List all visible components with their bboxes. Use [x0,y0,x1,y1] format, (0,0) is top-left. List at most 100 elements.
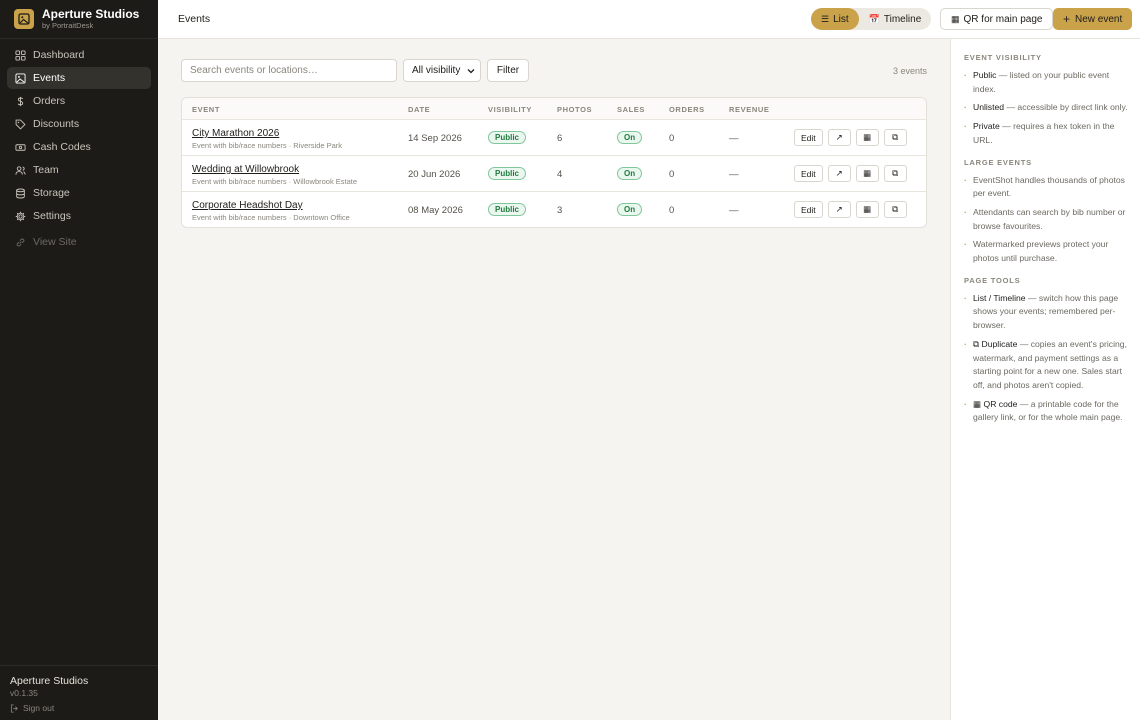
photos-count: 3 [557,205,563,216]
table-row: Corporate Headshot Day Event with bib/ra… [182,192,926,227]
visibility-badge: Public [488,203,527,216]
help-tip: List / Timeline — switch how this page s… [964,292,1134,333]
qr-main-page-label: QR for main page [963,13,1043,25]
column-header-visibility: VISIBILITY [488,105,532,114]
event-date: 08 May 2026 [408,205,463,216]
list-icon: ☰ [821,13,830,24]
row-actions: Edit ↗ ▦ ⧉ [794,165,912,182]
tip-key: Private [973,121,1000,132]
sidebar-item-label: View Site [33,236,77,248]
column-header-photos: PHOTOS [557,105,593,114]
sidebar-item-view-site[interactable]: View Site [7,231,151,253]
sidebar-item-orders[interactable]: Orders [7,90,151,112]
visibility-selected-value: All visibility [412,65,461,76]
visibility-badge: Public [488,131,527,144]
help-tip: Unlisted — accessible by direct link onl… [964,101,1134,115]
sidebar-footer: Aperture Studios v0.1.35 Sign out [0,665,158,720]
qr-code-button[interactable]: ▦ [855,201,879,218]
studio-name: Aperture Studios [10,675,89,687]
duplicate-button[interactable]: ⧉ [883,129,907,146]
table-row: Wedding at Willowbrook Event with bib/ra… [182,156,926,192]
help-tip: Private — requires a hex token in the UR… [964,120,1134,147]
sidebar-item-label: Storage [33,187,70,199]
sidebar-item-label: Cash Codes [33,141,91,153]
orders-count: 0 [669,133,675,144]
view-list-label: List [833,13,849,25]
link-icon [16,238,25,246]
sidebar-item-label: Discounts [33,118,80,130]
main-content: All visibility Filter 3 events EVENT DAT… [158,39,950,720]
sidebar-item-label: Events [33,72,66,84]
new-event-button[interactable]: + New event [1053,8,1133,30]
tip-key: ▦ QR code [973,398,1018,409]
event-name-link[interactable]: Corporate Headshot Day [192,200,303,211]
sidebar-item-label: Orders [33,95,66,107]
help-tip: Public — listed on your public event ind… [964,69,1134,96]
event-description: Event with bib/race numbers · Downtown O… [192,213,350,222]
sidebar-item-cash-codes[interactable]: Cash Codes [7,136,151,158]
visibility-select[interactable]: All visibility [403,59,481,82]
view-toggle: ☰ List 📅 Timeline [811,8,932,30]
photos-count: 4 [557,169,563,180]
sign-out-button[interactable]: Sign out [10,703,148,713]
chevron-down-icon [467,69,475,74]
open-external-button[interactable]: ↗ [827,129,851,146]
search-input[interactable] [181,59,397,82]
qr-main-page-button[interactable]: ▦ QR for main page [940,8,1054,30]
event-date: 14 Sep 2026 [408,133,462,144]
sidebar-item-dashboard[interactable]: Dashboard [7,44,151,66]
image-icon [14,9,34,29]
sidebar-item-team[interactable]: Team [7,159,151,181]
column-header-revenue: REVENUE [729,105,770,114]
edit-button[interactable]: Edit [794,165,823,182]
column-header-event: EVENT [192,105,221,114]
sidebar-item-label: Team [33,164,59,176]
duplicate-button[interactable]: ⧉ [883,165,907,182]
duplicate-button[interactable]: ⧉ [883,201,907,218]
revenue-value: — [729,205,739,216]
help-tip: Watermarked previews protect your photos… [964,238,1134,265]
plus-icon: + [1063,12,1071,26]
event-date: 20 Jun 2026 [408,169,461,180]
open-external-button[interactable]: ↗ [827,165,851,182]
users-icon [15,165,26,175]
edit-button[interactable]: Edit [794,129,823,146]
sidebar: Aperture Studios by PortraitDesk Dashboa… [0,0,158,720]
open-external-button[interactable]: ↗ [827,201,851,218]
event-name-link[interactable]: City Marathon 2026 [192,128,279,139]
event-description: Event with bib/race numbers · Willowbroo… [192,177,358,186]
sales-status-badge: On [617,131,643,144]
database-icon [16,188,25,198]
image-icon [15,72,26,84]
app-version: v0.1.35 [10,688,38,698]
visibility-badge: Public [488,167,527,180]
revenue-value: — [729,133,739,144]
view-timeline-button[interactable]: 📅 Timeline [859,8,932,30]
event-name-link[interactable]: Wedding at Willowbrook [192,164,299,175]
visibility-help-section: EVENT VISIBILITY Public — listed on your… [964,53,1134,148]
tip-key: Unlisted [973,102,1005,113]
filter-button[interactable]: Filter [487,59,529,82]
edit-button[interactable]: Edit [794,201,823,218]
sidebar-item-label: Settings [33,210,71,222]
column-header-orders: ORDERS [669,105,705,114]
brand[interactable]: Aperture Studios by PortraitDesk [0,0,158,39]
orders-count: 0 [669,205,675,216]
qr-code-button[interactable]: ▦ [855,129,879,146]
tag-icon [15,119,26,130]
ticket-icon [15,143,26,151]
photos-count: 6 [557,133,563,144]
table-row: City Marathon 2026 Event with bib/race n… [182,120,926,156]
help-panel: EVENT VISIBILITY Public — listed on your… [950,39,1140,720]
sidebar-item-events[interactable]: Events [7,67,151,89]
sidebar-item-discounts[interactable]: Discounts [7,113,151,135]
view-list-button[interactable]: ☰ List [811,8,859,30]
sidebar-item-storage[interactable]: Storage [7,182,151,204]
row-actions: Edit ↗ ▦ ⧉ [794,201,912,218]
calendar-icon: 📅 [868,13,880,24]
help-tip: EventShot handles thousands of photos pe… [964,174,1134,201]
sidebar-item-settings[interactable]: Settings [7,205,151,227]
orders-count: 0 [669,169,675,180]
sales-status-badge: On [617,203,643,216]
qr-code-button[interactable]: ▦ [855,165,879,182]
